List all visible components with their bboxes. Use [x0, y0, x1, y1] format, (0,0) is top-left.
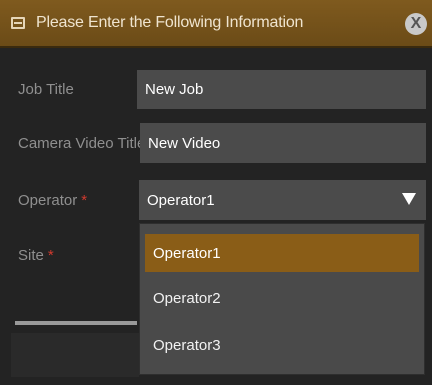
menu-item-operator1[interactable]: Operator1	[145, 234, 419, 272]
menu-item-operator2[interactable]: Operator2	[145, 279, 419, 317]
menu-item-label: Operator2	[153, 289, 221, 307]
operator-label-text: Operator	[18, 192, 78, 209]
operator-dropdown-menu: Operator1 Operator2 Operator3	[139, 223, 425, 375]
menu-item-label: Operator1	[153, 244, 221, 262]
job-title-value: New Job	[145, 81, 204, 98]
divider	[15, 321, 137, 325]
menu-item-label: Operator3	[153, 336, 221, 354]
operator-selected-value: Operator1	[147, 191, 215, 209]
camera-video-title-value: New Video	[148, 134, 221, 152]
required-marker: *	[47, 247, 54, 264]
site-label-text: Site	[18, 247, 44, 264]
chevron-down-icon[interactable]	[402, 193, 416, 205]
operator-label: Operator *	[18, 192, 87, 209]
hidden-button	[11, 333, 139, 377]
dialog-title: Please Enter the Following Information	[36, 14, 304, 31]
menu-item-operator3[interactable]: Operator3	[145, 326, 419, 364]
info-dialog: Please Enter the Following Information X…	[0, 0, 432, 385]
job-title-input[interactable]: New Job	[137, 70, 426, 109]
dialog-titlebar[interactable]: Please Enter the Following Information X	[0, 0, 432, 48]
camera-video-title-label: Camera Video Title	[18, 135, 146, 152]
required-marker: *	[81, 192, 88, 209]
camera-video-title-input[interactable]: New Video	[140, 123, 426, 163]
site-label: Site *	[18, 247, 54, 264]
operator-select[interactable]: Operator1	[139, 180, 426, 220]
close-button[interactable]: X	[405, 13, 427, 35]
close-icon: X	[410, 15, 422, 32]
job-title-label: Job Title	[18, 81, 74, 98]
window-icon	[11, 17, 25, 29]
